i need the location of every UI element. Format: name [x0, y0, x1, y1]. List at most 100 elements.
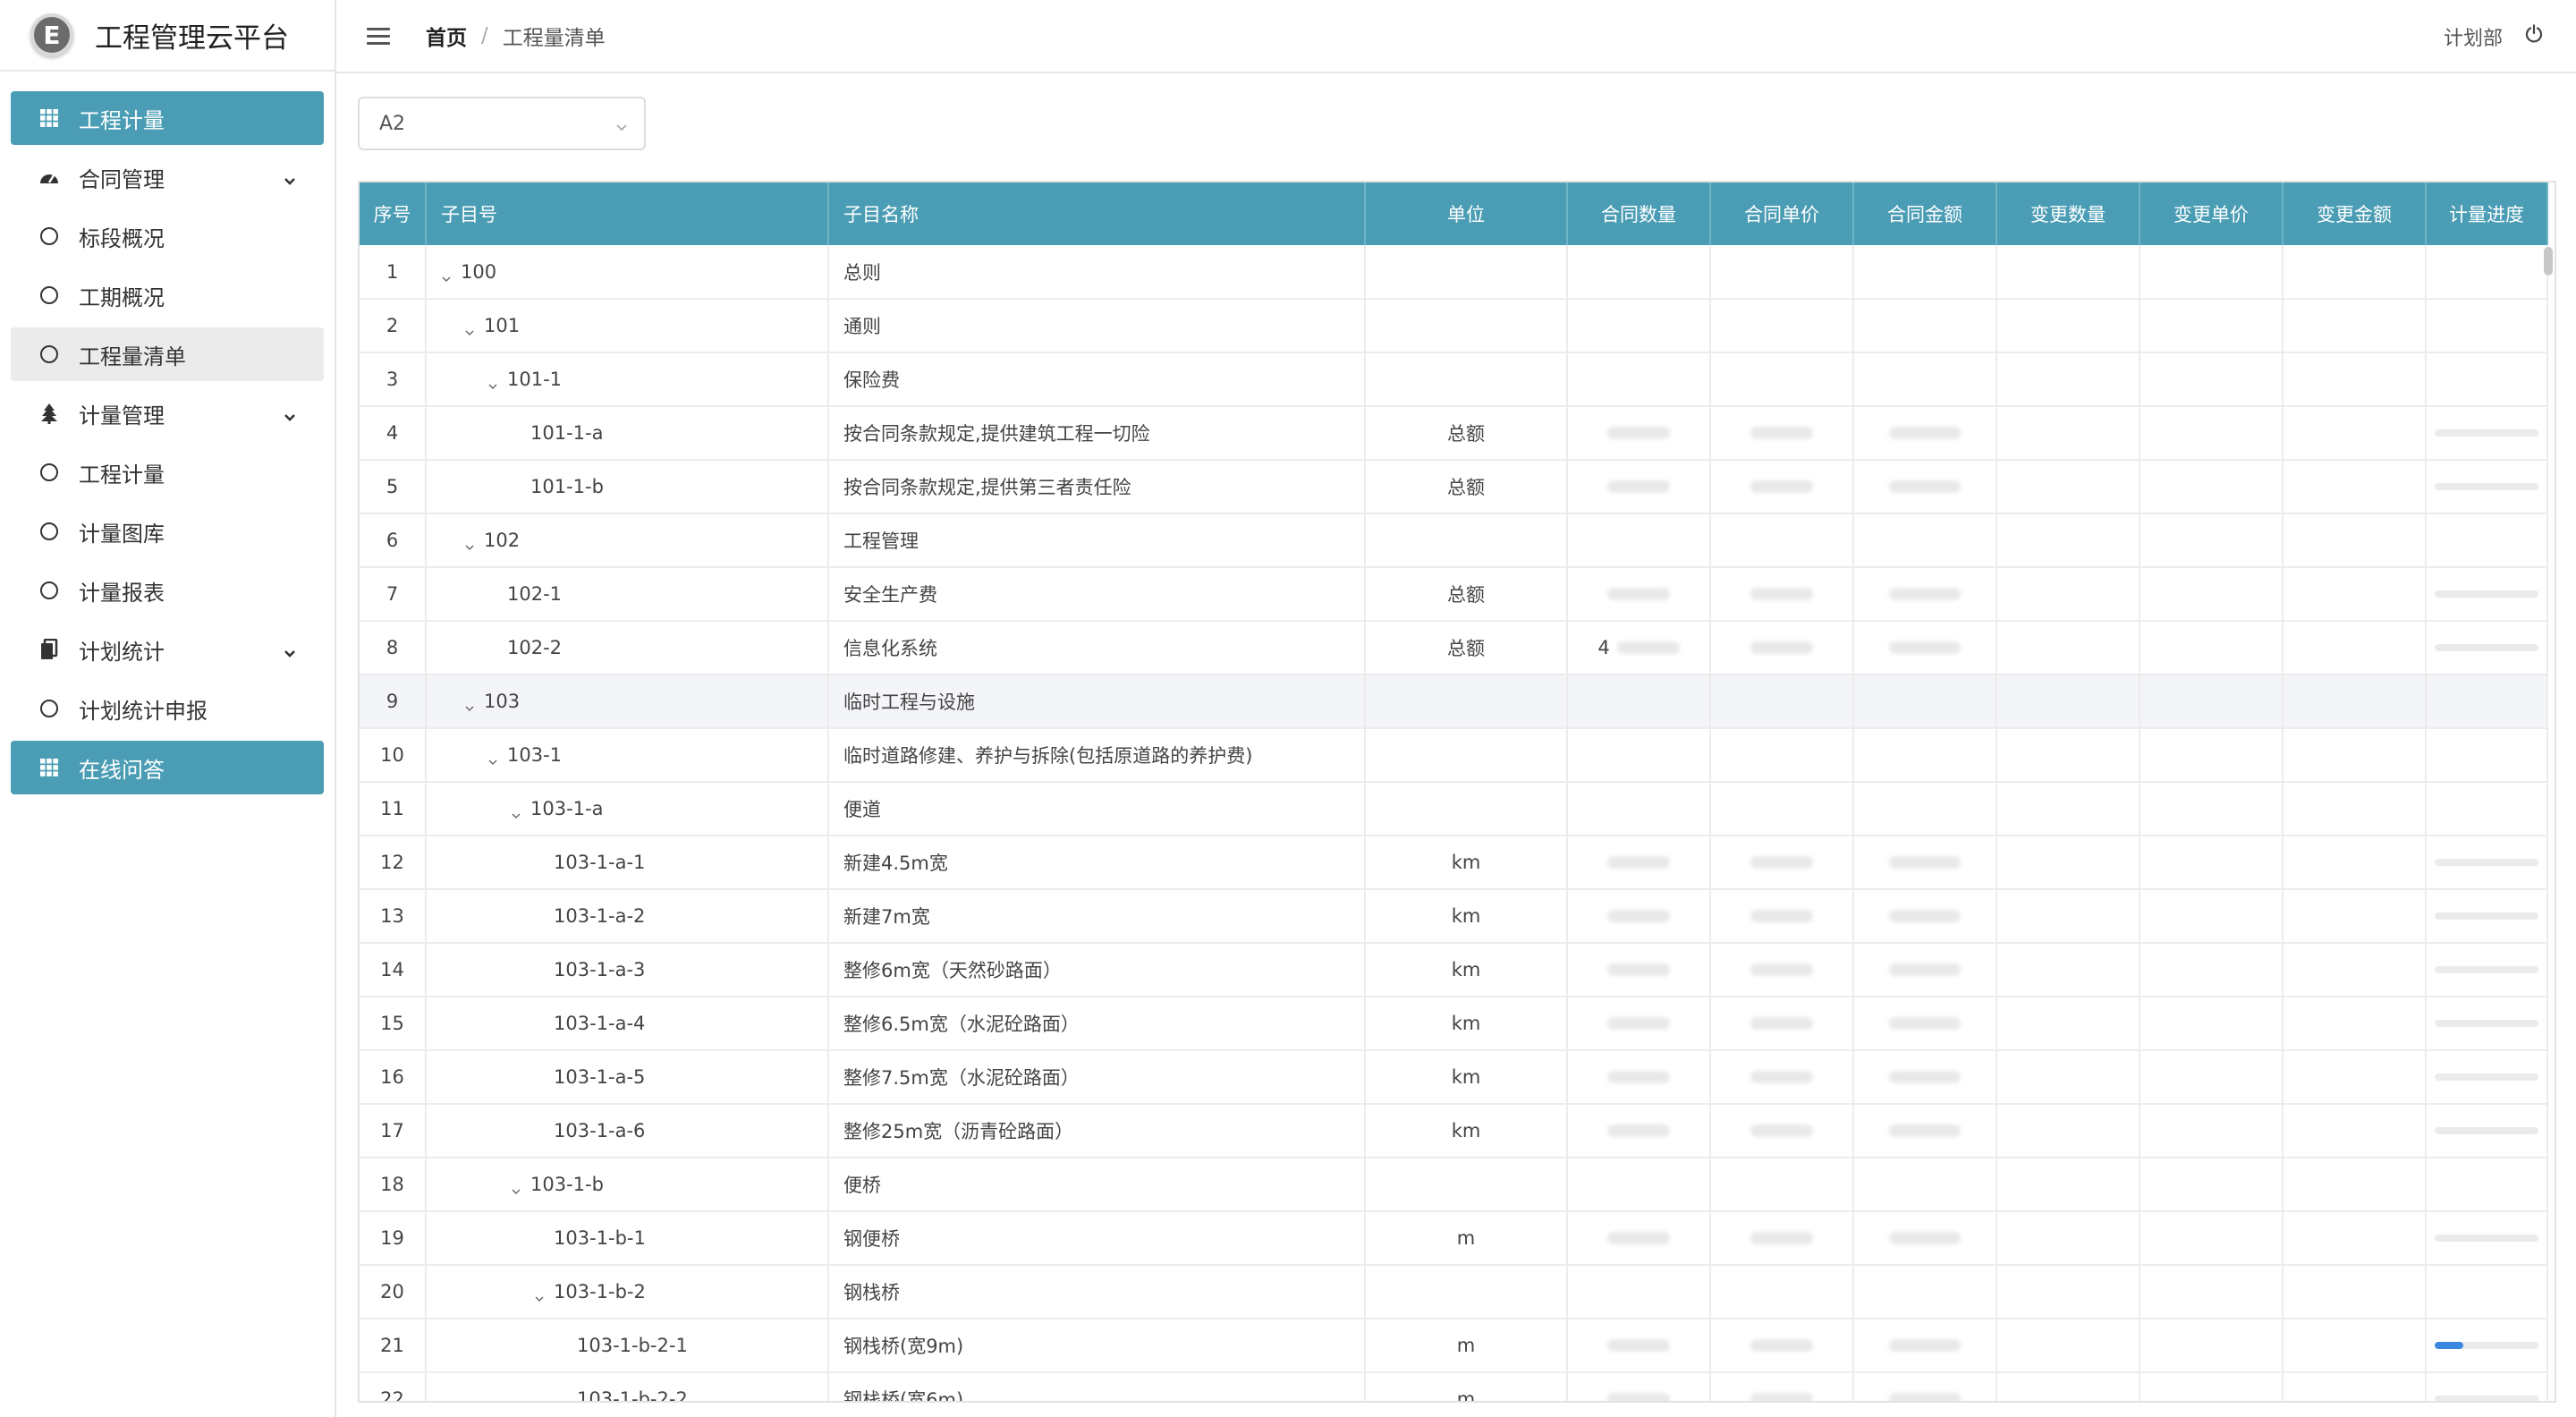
table-row[interactable]: 5 101-1-b 按合同条款规定,提供第三者责任险 总额	[360, 460, 2548, 514]
chevron-down-icon[interactable]	[511, 1180, 521, 1194]
item-code-cell: 103-1-a-2	[426, 889, 829, 944]
item-unit	[1365, 513, 1568, 568]
user-dept[interactable]: 计划部	[2444, 22, 2503, 51]
contract-qty	[1567, 675, 1711, 729]
item-name: 整修7.5m宽（水泥砼路面）	[828, 1050, 1366, 1105]
item-unit: 总额	[1365, 406, 1568, 461]
table-row[interactable]: 6 102 工程管理	[360, 513, 2548, 568]
chevron-down-icon[interactable]	[534, 1287, 545, 1302]
change-qty	[1996, 997, 2140, 1051]
sidebar-item-2[interactable]: 标段概况	[11, 209, 324, 263]
column-header[interactable]: 合同数量	[1567, 182, 1711, 245]
table-row[interactable]: 21 103-1-b-2-1 钢栈桥(宽9m) m	[360, 1319, 2548, 1373]
sidebar-item-0[interactable]: 工程计量	[11, 91, 324, 145]
table-row[interactable]: 12 103-1-a-1 新建4.5m宽 km	[360, 836, 2548, 890]
table-scrollbar[interactable]	[2544, 247, 2553, 276]
chevron-down-icon[interactable]	[464, 321, 475, 335]
item-code: 101-1-b	[530, 476, 604, 497]
progress-bar	[2435, 1235, 2538, 1242]
item-code-cell: 103-1-b	[426, 1158, 829, 1212]
column-header[interactable]: 子目名称	[828, 182, 1366, 245]
table-row[interactable]: 17 103-1-a-6 整修25m宽（沥青砼路面） km	[360, 1104, 2548, 1158]
change-price	[2140, 782, 2284, 836]
chevron-down-icon[interactable]	[441, 267, 452, 282]
item-code: 103-1-a	[530, 798, 604, 819]
table-row[interactable]: 19 103-1-b-1 钢便桥 m	[360, 1211, 2548, 1266]
redacted-value	[1889, 641, 1961, 654]
chevron-down-icon[interactable]	[487, 751, 498, 765]
contract-price	[1710, 1158, 1854, 1212]
column-header[interactable]: 单位	[1365, 182, 1568, 245]
section-select[interactable]: A2	[358, 97, 646, 150]
breadcrumb: 首页 / 工程量清单	[426, 21, 606, 51]
table-row[interactable]: 15 103-1-a-4 整修6.5m宽（水泥砼路面） km	[360, 997, 2548, 1051]
chevron-down-icon[interactable]	[511, 804, 521, 819]
column-header[interactable]: 合同金额	[1853, 182, 1997, 245]
column-header[interactable]: 计量进度	[2426, 182, 2548, 245]
column-header[interactable]: 变更数量	[1996, 182, 2140, 245]
table-row[interactable]: 22 103-1-b-2-2 钢栈桥(宽6m) m	[360, 1372, 2548, 1403]
sidebar-item-1[interactable]: 合同管理	[11, 150, 324, 204]
app-logo[interactable]: E	[30, 13, 73, 56]
redacted-value	[1607, 1393, 1670, 1401]
table-row[interactable]: 16 103-1-a-5 整修7.5m宽（水泥砼路面） km	[360, 1050, 2548, 1105]
table-row[interactable]: 10 103-1 临时道路修建、养护与拆除(包括原道路的养护费)	[360, 728, 2548, 783]
redacted-value	[1607, 1017, 1670, 1030]
chevron-down-icon[interactable]	[464, 697, 475, 711]
item-code: 103-1-a-2	[554, 905, 646, 927]
sidebar-item-9[interactable]: 计划统计	[11, 623, 324, 676]
contract-amount	[1853, 513, 1997, 568]
item-code: 103-1-a-1	[554, 852, 646, 873]
table-row[interactable]: 7 102-1 安全生产费 总额	[360, 567, 2548, 622]
sidebar-item-11[interactable]: 在线问答	[11, 741, 324, 794]
item-name: 整修6.5m宽（水泥砼路面）	[828, 997, 1366, 1051]
change-price	[2140, 1211, 2284, 1266]
breadcrumb-home[interactable]: 首页	[426, 21, 467, 51]
item-code-cell: 103-1-a-1	[426, 836, 829, 890]
menu-toggle-icon[interactable]	[367, 27, 390, 45]
sidebar-item-7[interactable]: 计量图库	[11, 505, 324, 558]
table-row[interactable]: 4 101-1-a 按合同条款规定,提供建筑工程一切险 总额	[360, 406, 2548, 461]
sidebar-item-6[interactable]: 工程计量	[11, 445, 324, 499]
table-row[interactable]: 9 103 临时工程与设施	[360, 675, 2548, 729]
column-header[interactable]: 变更单价	[2140, 182, 2284, 245]
redacted-value	[1889, 1339, 1961, 1352]
column-header[interactable]: 变更金额	[2283, 182, 2427, 245]
item-name: 临时道路修建、养护与拆除(包括原道路的养护费)	[828, 728, 1366, 783]
change-qty	[1996, 1211, 2140, 1266]
sidebar-item-4[interactable]: 工程量清单	[11, 327, 324, 381]
redacted-value	[1750, 641, 1813, 654]
contract-price	[1710, 513, 1854, 568]
redacted-value	[1607, 1124, 1670, 1137]
table-row[interactable]: 1 100 总则	[360, 245, 2548, 300]
table-row[interactable]: 8 102-2 信息化系统 总额 4	[360, 621, 2548, 675]
item-code: 103-1-b-2-2	[577, 1388, 688, 1403]
sidebar-item-3[interactable]: 工期概况	[11, 268, 324, 322]
circle-icon	[38, 697, 61, 720]
sidebar-item-8[interactable]: 计量报表	[11, 564, 324, 617]
contract-qty	[1567, 513, 1711, 568]
progress-cell	[2426, 728, 2548, 783]
table-row[interactable]: 11 103-1-a 便道	[360, 782, 2548, 836]
table-row[interactable]: 14 103-1-a-3 整修6m宽（天然砂路面） km	[360, 943, 2548, 997]
sidebar-item-5[interactable]: 计量管理	[11, 386, 324, 440]
table-row[interactable]: 13 103-1-a-2 新建7m宽 km	[360, 889, 2548, 944]
chevron-down-icon[interactable]	[464, 536, 475, 550]
change-amount	[2283, 1158, 2427, 1212]
column-header[interactable]: 序号	[360, 182, 427, 245]
column-header[interactable]: 合同单价	[1710, 182, 1854, 245]
change-qty	[1996, 1158, 2140, 1212]
table-row[interactable]: 2 101 通则	[360, 299, 2548, 353]
sidebar-item-10[interactable]: 计划统计申报	[11, 682, 324, 735]
column-header[interactable]: 子目号	[426, 182, 829, 245]
table-row[interactable]: 20 103-1-b-2 钢栈桥	[360, 1265, 2548, 1319]
change-price	[2140, 621, 2284, 675]
sidebar-item-label: 计量图库	[79, 521, 165, 547]
progress-cell	[2426, 1050, 2548, 1105]
progress-bar	[2435, 966, 2538, 973]
table-row[interactable]: 3 101-1 保险费	[360, 352, 2548, 407]
power-icon[interactable]	[2524, 24, 2544, 49]
table-row[interactable]: 18 103-1-b 便桥	[360, 1158, 2548, 1212]
chevron-down-icon[interactable]	[487, 375, 498, 389]
contract-price	[1710, 460, 1854, 514]
